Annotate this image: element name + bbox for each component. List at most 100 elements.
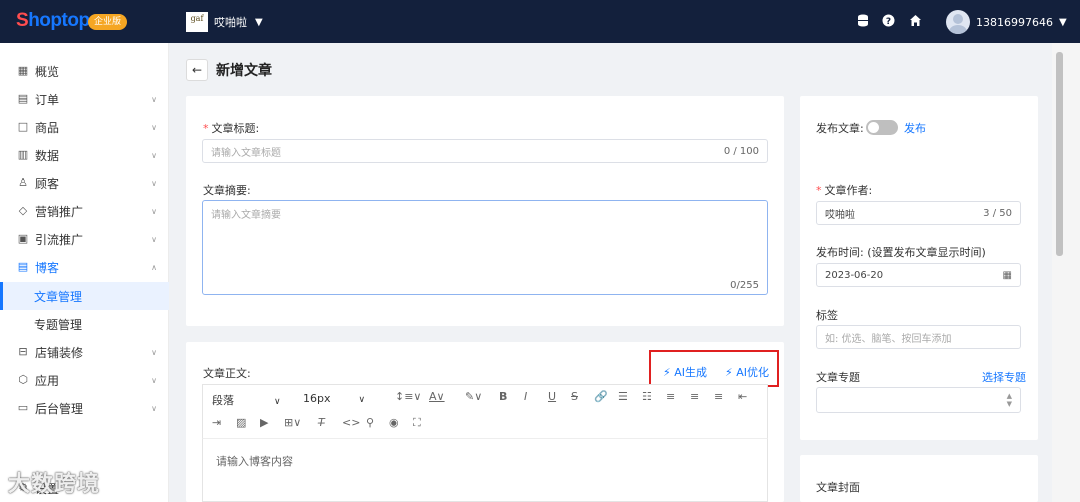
font-color-icon[interactable]: A∨ [429, 390, 445, 403]
sidebar-item-apps[interactable]: ⬡ 应用 ∨ [0, 366, 169, 394]
publish-date-picker[interactable]: 2023-06-20 ▦ [816, 263, 1021, 287]
title-label: * 文章标题: [203, 122, 260, 135]
chevron-down-icon: ∨ [151, 122, 157, 132]
highlight-icon[interactable]: ✎∨ [465, 390, 482, 403]
watermark: 大数跨境 [8, 472, 101, 497]
store-logo: gaf [186, 12, 208, 32]
strikethrough-icon[interactable]: S [571, 390, 578, 403]
sidebar-item-customers[interactable]: ♙ 顾客 ∨ [0, 169, 169, 197]
publish-text: 发布 [904, 122, 926, 135]
sidebar-item-traffic[interactable]: ▣ 引流推广 ∨ [0, 225, 169, 253]
fullscreen-icon[interactable]: ⛶ [413, 416, 421, 430]
avatar [946, 10, 970, 34]
body-placeholder: 请输入博客内容 [216, 455, 293, 468]
select-topic-link[interactable]: 选择专题 [982, 369, 1026, 385]
sidebar-item-data[interactable]: ▥ 数据 ∨ [0, 141, 169, 169]
author-input[interactable]: 哎啪啦 3 / 50 [816, 201, 1021, 225]
font-size-select[interactable]: 16px ∨ [303, 392, 365, 405]
image-icon[interactable]: ▨ [236, 416, 246, 429]
align-center-icon[interactable]: ≡ [690, 390, 699, 403]
store-switcher[interactable]: gaf 哎啪啦 ▼ [186, 12, 263, 32]
chevron-up-icon: ∧ [151, 262, 157, 272]
promo-icon: ▣ [17, 232, 29, 245]
back-arrow-icon[interactable]: ← [186, 59, 208, 81]
chevron-down-icon: ∨ [151, 347, 157, 357]
table-icon[interactable]: ⊞∨ [284, 416, 301, 429]
magic-wand-icon: ⚡ [663, 366, 671, 379]
page-header: ← 新增文章 [186, 59, 272, 81]
code-icon[interactable]: <> [342, 416, 360, 429]
publish-time-label: 发布时间: (设置发布文章显示时间) [816, 246, 986, 259]
sidebar-item-overview[interactable]: ▦ 概览 [0, 57, 169, 85]
line-height-icon[interactable]: ↕≡∨ [395, 390, 422, 403]
body-editor[interactable]: 请输入博客内容 [202, 438, 768, 502]
product-icon: □ [17, 120, 29, 133]
sidebar-item-products[interactable]: □ 商品 ∨ [0, 113, 169, 141]
bullet-list-icon[interactable]: ☰ [618, 390, 628, 403]
caret-down-icon: ▼ [1058, 16, 1067, 28]
sidebar-item-store-design[interactable]: ⊟ 店铺装修 ∨ [0, 338, 169, 366]
title-input[interactable]: 请输入文章标题 0 / 100 [202, 139, 768, 163]
video-icon[interactable]: ▶ [260, 416, 268, 429]
top-bar: Shoptop 企业版 gaf 哎啪啦 ▼ ? 13816997646 ▼ [0, 0, 1080, 43]
sidebar: ▦ 概览 ▤ 订单 ∨ □ 商品 ∨ ▥ 数据 ∨ ♙ 顾客 ∨ ◇ 营销推广 ∨ ▣ 引流推广 ∨ ▤ 博… [0, 43, 169, 502]
brand-logo[interactable]: Shoptop [16, 10, 90, 32]
cover-label: 文章封面 [816, 481, 860, 494]
chart-icon: ▥ [17, 148, 29, 161]
home-icon[interactable] [909, 14, 922, 30]
database-icon[interactable] [857, 14, 869, 30]
order-icon: ▤ [17, 92, 29, 105]
chevron-down-icon: ∨ [151, 403, 157, 413]
summary-label: 文章摘要: [203, 184, 251, 197]
magic-wand-icon: ⚡ [725, 366, 733, 379]
align-right-icon[interactable]: ≡ [714, 390, 723, 403]
search-icon[interactable]: ⚲ [366, 416, 374, 429]
summary-textarea[interactable]: 请输入文章摘要 0/255 [202, 200, 768, 295]
outdent-icon[interactable]: ⇤ [738, 390, 747, 403]
user-menu[interactable]: 13816997646 ▼ [946, 10, 1067, 34]
align-left-icon[interactable]: ≡ [666, 390, 675, 403]
underline-icon[interactable]: U [548, 390, 556, 403]
sidebar-item-admin[interactable]: ▭ 后台管理 ∨ [0, 394, 169, 422]
clear-format-icon[interactable]: T̶ [318, 416, 325, 429]
sidebar-item-orders[interactable]: ▤ 订单 ∨ [0, 85, 169, 113]
bold-icon[interactable]: B [499, 390, 507, 403]
ai-optimize-button[interactable]: ⚡ AI优化 [725, 364, 769, 380]
dashboard-icon: ▦ [17, 64, 29, 77]
paragraph-select[interactable]: 段落 ∨ [212, 392, 281, 408]
sidebar-item-blog[interactable]: ▤ 博客 ∧ [0, 253, 169, 281]
publish-toggle[interactable] [866, 120, 898, 135]
blog-icon: ▤ [17, 260, 29, 273]
chevron-down-icon: ∨ [151, 206, 157, 216]
preview-eye-icon[interactable]: ◉ [389, 416, 399, 429]
user-phone: 13816997646 [976, 15, 1053, 29]
link-icon[interactable]: 🔗 [594, 390, 608, 403]
chevron-down-icon: ∨ [151, 234, 157, 244]
indent-icon[interactable]: ⇥ [212, 416, 221, 429]
topic-label: 文章专题 [816, 371, 860, 384]
chevron-down-icon: ∨ [151, 94, 157, 104]
chevron-down-icon: ∨ [151, 150, 157, 160]
edition-badge: 企业版 [88, 14, 128, 30]
topic-select[interactable]: ▲ ▼ [816, 387, 1021, 413]
author-char-count: 3 / 50 [983, 207, 1012, 219]
scrollbar-thumb[interactable] [1056, 52, 1063, 256]
help-icon[interactable]: ? [882, 14, 895, 30]
shop-icon: ⊟ [18, 345, 28, 358]
numbered-list-icon[interactable]: ☷ [642, 390, 652, 403]
italic-icon[interactable]: I [524, 390, 527, 403]
ai-generate-button[interactable]: ⚡ AI生成 [663, 364, 707, 380]
sidebar-item-marketing[interactable]: ◇ 营销推广 ∨ [0, 197, 169, 225]
editor-toolbar: 段落 ∨ 16px ∨ ↕≡∨ A∨ ✎∨ B I U S 🔗 ☰ ☷ ≡ ≡ ≡ … [202, 384, 768, 440]
stepper-icon: ▲ ▼ [1006, 392, 1012, 408]
caret-down-icon: ▼ [255, 16, 263, 28]
author-label: * 文章作者: [816, 184, 873, 197]
body-label: 文章正文: [203, 367, 251, 380]
sidebar-item-topics[interactable]: 专题管理 [0, 310, 169, 338]
tags-input[interactable]: 如: 优选、脑笔、按回车添加 [816, 325, 1021, 349]
summary-char-count: 0/255 [730, 280, 759, 291]
calendar-icon: ▦ [1002, 269, 1012, 281]
page-title: 新增文章 [216, 63, 272, 79]
sidebar-item-articles[interactable]: 文章管理 [0, 282, 169, 310]
publish-label: 发布文章: [816, 122, 864, 135]
